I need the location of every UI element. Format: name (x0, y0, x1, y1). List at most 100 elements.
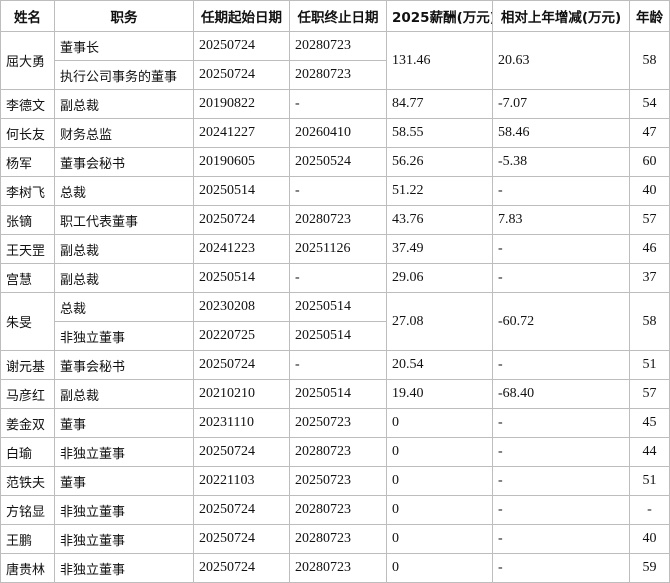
change-cell: -5.38 (492, 147, 630, 177)
salary-cell: 0 (386, 408, 493, 438)
start-date-cell: 20250724 (193, 495, 290, 525)
end-date-cell: - (289, 176, 387, 206)
age-cell: 54 (629, 89, 670, 119)
position-cell: 总裁 (54, 176, 194, 206)
table-row: 宫慧 副总裁 20250514-29.06-37 (0, 263, 670, 293)
position-cell: 职工代表董事 (54, 205, 194, 235)
position-cell: 非独立董事 (54, 437, 194, 467)
person-name: 王鹏 (0, 524, 55, 554)
end-date-cell: 20250514 (289, 292, 387, 322)
start-date-cell: 20220725 (193, 321, 290, 351)
position-cell: 董事 (54, 466, 194, 496)
age-cell: 58 (629, 31, 670, 90)
end-date-cell: 20251126 (289, 234, 387, 264)
table-row: 谢元基 董事会秘书 20250724-20.54-51 (0, 350, 670, 380)
person-name: 李树飞 (0, 176, 55, 206)
change-cell: - (492, 437, 630, 467)
person-name: 马彦红 (0, 379, 55, 409)
person-name: 姜金双 (0, 408, 55, 438)
table-row: 王鹏 非独立董事 20250724 20280723 0-40 (0, 524, 670, 554)
end-date-cell: - (289, 350, 387, 380)
salary-cell: 0 (386, 466, 493, 496)
person-name: 谢元基 (0, 350, 55, 380)
header-end-date: 任职终止日期 (289, 0, 387, 32)
person-name: 白瑜 (0, 437, 55, 467)
end-date-cell: 20250723 (289, 466, 387, 496)
salary-cell: 51.22 (386, 176, 493, 206)
table-row: 王天罡 副总裁 20241223 20251126 37.49-46 (0, 234, 670, 264)
table-row: 范铁夫 董事 20221103 20250723 0-51 (0, 466, 670, 496)
change-cell: - (492, 408, 630, 438)
position-cell: 董事会秘书 (54, 350, 194, 380)
person-name: 杨军 (0, 147, 55, 177)
end-date-cell: 20280723 (289, 553, 387, 583)
start-date-cell: 20250724 (193, 524, 290, 554)
person-name: 何长友 (0, 118, 55, 148)
end-date-cell: 20280723 (289, 437, 387, 467)
age-cell: 60 (629, 147, 670, 177)
age-cell: 47 (629, 118, 670, 148)
start-date-cell: 20250514 (193, 263, 290, 293)
table-row: 何长友 财务总监 20241227 20260410 58.55 58.46 47 (0, 118, 670, 148)
change-cell: 7.83 (492, 205, 630, 235)
position-cell: 非独立董事 (54, 553, 194, 583)
age-cell: 37 (629, 263, 670, 293)
position-cell: 副总裁 (54, 379, 194, 409)
change-cell: 58.46 (492, 118, 630, 148)
header-change: 相对上年增减(万元) (492, 0, 630, 32)
salary-cell: 20.54 (386, 350, 493, 380)
position-cell: 副总裁 (54, 234, 194, 264)
person-name: 朱旻 (0, 292, 55, 351)
header-position: 职务 (54, 0, 194, 32)
salary-cell: 0 (386, 495, 493, 525)
position-cell: 执行公司事务的董事 (54, 60, 194, 90)
change-cell: -68.40 (492, 379, 630, 409)
person-name: 范铁夫 (0, 466, 55, 496)
change-cell: -60.72 (492, 292, 630, 351)
start-date-cell: 20190822 (193, 89, 290, 119)
salary-cell: 37.49 (386, 234, 493, 264)
start-date-cell: 20250724 (193, 437, 290, 467)
position-cell: 董事长 (54, 31, 194, 61)
change-cell: - (492, 466, 630, 496)
salary-cell: 0 (386, 553, 493, 583)
person-name: 李德文 (0, 89, 55, 119)
header-name: 姓名 (0, 0, 55, 32)
salary-cell: 19.40 (386, 379, 493, 409)
position-cell: 财务总监 (54, 118, 194, 148)
end-date-cell: - (289, 263, 387, 293)
salary-cell: 56.26 (386, 147, 493, 177)
end-date-cell: 20280723 (289, 60, 387, 90)
table-row: 朱旻 总裁 20230208 20250514 27.08 -60.72 58 (0, 292, 670, 351)
end-date-cell: 20260410 (289, 118, 387, 148)
position-cell: 董事 (54, 408, 194, 438)
start-date-cell: 20250724 (193, 350, 290, 380)
end-date-cell: 20250514 (289, 379, 387, 409)
age-cell: 57 (629, 205, 670, 235)
end-date-cell: 20280723 (289, 524, 387, 554)
age-cell: 57 (629, 379, 670, 409)
start-date-cell: 20250724 (193, 205, 290, 235)
position-cell: 副总裁 (54, 263, 194, 293)
start-date-cell: 20250724 (193, 31, 290, 61)
person-name: 王天罡 (0, 234, 55, 264)
start-date-cell: 20250724 (193, 60, 290, 90)
table-row: 李德文 副总裁 20190822-84.77 -7.07 54 (0, 89, 670, 119)
end-date-cell: 20250524 (289, 147, 387, 177)
age-cell: 58 (629, 292, 670, 351)
age-cell: 51 (629, 350, 670, 380)
salary-cell: 131.46 (386, 31, 493, 90)
age-cell: 40 (629, 176, 670, 206)
age-cell: - (629, 495, 670, 525)
change-cell: - (492, 176, 630, 206)
table-row: 马彦红 副总裁 20210210 20250514 19.40 -68.40 57 (0, 379, 670, 409)
table-row: 方铭显 非独立董事 20250724 20280723 0- - (0, 495, 670, 525)
person-name: 宫慧 (0, 263, 55, 293)
salary-cell: 29.06 (386, 263, 493, 293)
start-date-cell: 20241227 (193, 118, 290, 148)
age-cell: 46 (629, 234, 670, 264)
age-cell: 40 (629, 524, 670, 554)
salary-cell: 84.77 (386, 89, 493, 119)
table-row: 屈大勇 董事长 20250724 20280723 131.46 20.63 58 (0, 31, 670, 90)
end-date-cell: - (289, 89, 387, 119)
